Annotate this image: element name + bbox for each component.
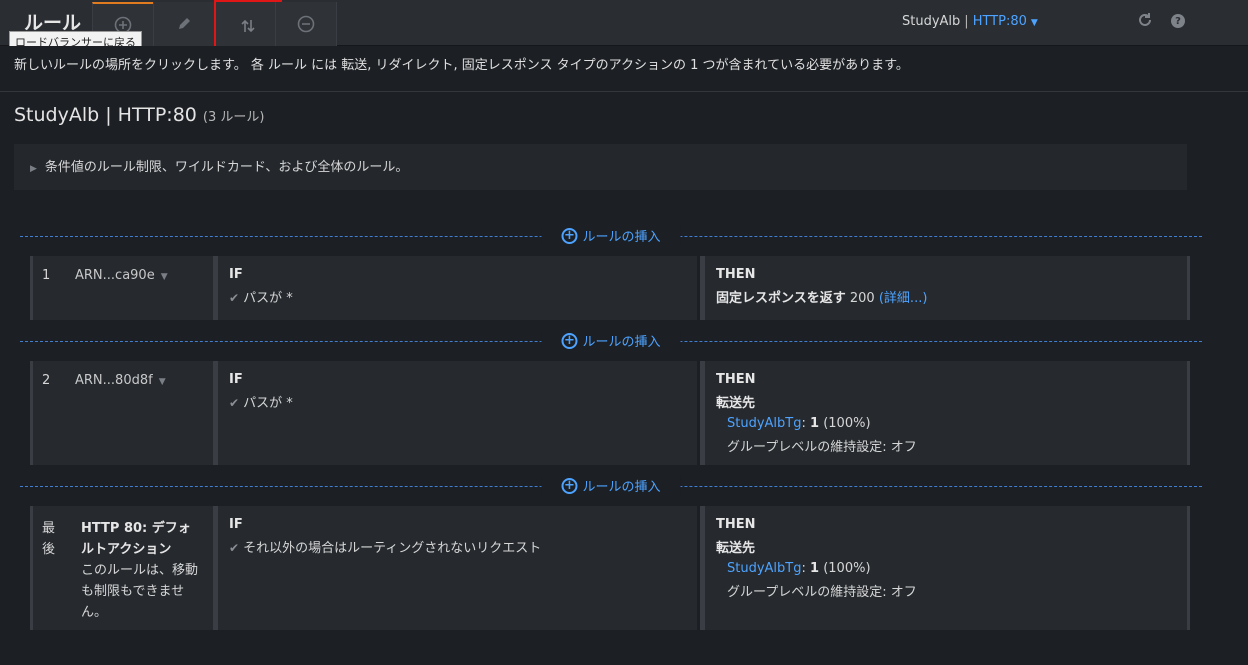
condition-line: ✔ パスが *: [229, 392, 697, 411]
rule-arn-dropdown[interactable]: ARN...80d8f ▼: [75, 373, 166, 388]
target-group-link[interactable]: StudyAlbTg: [727, 561, 801, 576]
rule-arn: ARN...ca90e: [75, 268, 155, 283]
listener-name: HTTP:80: [972, 14, 1027, 29]
delete-rule-button[interactable]: [275, 2, 337, 46]
reorder-icon: [241, 19, 255, 32]
target-group-line: StudyAlbTg: 1 (100%): [716, 561, 1187, 576]
rule-count: (3 ルール): [202, 110, 265, 125]
listener-title-text: StudyAlb | HTTP:80: [14, 104, 197, 126]
default-rule-description: HTTP 80: デフォルトアクション このルールは、移動も制限もできません。: [81, 518, 203, 623]
action-line: 固定レスポンスを返す 200 (詳細...): [716, 287, 1187, 306]
insert-rule-label: ルールの挿入: [582, 335, 661, 350]
target-percent: (100%): [823, 416, 871, 431]
rule-number: 2: [42, 373, 51, 388]
edit-rule-button[interactable]: [153, 2, 215, 46]
caret-down-icon: ▼: [158, 377, 166, 387]
target-group-link[interactable]: StudyAlbTg: [727, 416, 801, 431]
listener-title: StudyAlb | HTTP:80 (3 ルール): [14, 104, 264, 126]
refresh-icon: [1139, 13, 1151, 26]
refresh-button[interactable]: [1137, 12, 1153, 32]
condition-text: パスが *: [243, 291, 293, 306]
if-label: IF: [229, 267, 243, 282]
then-label: THEN: [716, 517, 756, 532]
rule-condition-cell: IF ✔ パスが *: [213, 256, 697, 320]
plus-circle-icon: +: [561, 477, 578, 494]
stickiness-setting: グループレベルの維持設定: オフ: [727, 585, 917, 600]
then-label: THEN: [716, 267, 756, 282]
lb-separator: |: [964, 14, 969, 29]
rule-row[interactable]: 2 ARN...80d8f ▼ IF ✔ パスが * THEN 転送先 StudyA…: [30, 361, 1190, 465]
expander-label: 条件値のルール制限、ワイルドカード、および全体のルール。: [44, 160, 409, 175]
rule-arn-dropdown[interactable]: ARN...ca90e ▼: [75, 268, 168, 283]
lb-name: StudyAlb: [902, 14, 961, 29]
rule-number: 最後: [42, 521, 56, 557]
condition-line: ✔ それ以外の場合はルーティングされないリクエスト: [229, 537, 697, 556]
target-weight: 1: [810, 416, 820, 431]
rule-action-cell: THEN 固定レスポンスを返す 200 (詳細...): [700, 256, 1190, 320]
rule-action-cell: THEN 転送先 StudyAlbTg: 1 (100%) グループレベルの維持…: [700, 506, 1190, 630]
rule-index-cell: 1 ARN...ca90e ▼: [33, 256, 213, 320]
caret-right-icon: ▶: [30, 164, 37, 174]
rule-index-cell: 最後 HTTP 80: デフォルトアクション このルールは、移動も制限もできませ…: [33, 506, 213, 630]
insert-rule-label: ルールの挿入: [582, 480, 661, 495]
action-type: 転送先: [716, 396, 756, 411]
then-label: THEN: [716, 372, 756, 387]
rule-number: 1: [42, 268, 51, 283]
weight-separator: :: [801, 416, 806, 431]
status-code: 200: [849, 291, 875, 306]
insert-rule-row: + ルールの挿入: [20, 226, 1202, 246]
action-type: 固定レスポンスを返す: [716, 291, 846, 306]
insert-rule-button[interactable]: + ルールの挿入: [541, 331, 681, 350]
rule-arn: ARN...80d8f: [75, 373, 153, 388]
rule-action-cell: THEN 転送先 StudyAlbTg: 1 (100%) グループレベルの維持…: [700, 361, 1190, 465]
insert-rule-label: ルールの挿入: [582, 230, 661, 245]
check-icon: ✔: [229, 291, 240, 305]
insert-rule-row: + ルールの挿入: [20, 476, 1202, 496]
check-icon: ✔: [229, 541, 240, 555]
action-type: 転送先: [716, 541, 756, 556]
help-icon[interactable]: ?: [1171, 14, 1185, 28]
listener-selector[interactable]: StudyAlb | HTTP:80 ▼: [902, 14, 1038, 29]
if-label: IF: [229, 372, 243, 387]
top-toolbar: ルール ロードバランサーに戻る StudyAlb | HTTP:80 ▼ ?: [0, 0, 1248, 53]
insert-rule-button[interactable]: + ルールの挿入: [541, 226, 681, 245]
weight-separator: :: [801, 561, 806, 576]
default-rule-title: HTTP 80: デフォルトアクション: [81, 521, 191, 557]
plus-circle-icon: +: [561, 332, 578, 349]
chevron-down-icon: ▼: [1030, 18, 1038, 28]
info-message: 新しいルールの場所をクリックします。 各 ルール には 転送, リダイレクト, …: [0, 46, 1248, 92]
check-icon: ✔: [229, 396, 240, 410]
remove-icon: [297, 15, 315, 33]
condition-text: それ以外の場合はルーティングされないリクエスト: [243, 541, 542, 556]
rule-index-cell: 2 ARN...80d8f ▼: [33, 361, 213, 465]
rule-condition-cell: IF ✔ それ以外の場合はルーティングされないリクエスト: [213, 506, 697, 630]
reorder-rules-button[interactable]: [214, 0, 282, 51]
edit-icon: [179, 18, 190, 29]
if-label: IF: [229, 517, 243, 532]
target-percent: (100%): [823, 561, 871, 576]
plus-circle-icon: +: [561, 227, 578, 244]
condition-line: ✔ パスが *: [229, 287, 697, 306]
insert-rule-row: + ルールの挿入: [20, 331, 1202, 351]
condition-text: パスが *: [243, 396, 293, 411]
rule-row[interactable]: 1 ARN...ca90e ▼ IF ✔ パスが * THEN 固定レスポンスを返す…: [30, 256, 1190, 320]
caret-down-icon: ▼: [160, 272, 168, 282]
stickiness-setting: グループレベルの維持設定: オフ: [727, 440, 917, 455]
default-rule-row: 最後 HTTP 80: デフォルトアクション このルールは、移動も制限もできませ…: [30, 506, 1190, 630]
insert-rule-button[interactable]: + ルールの挿入: [541, 476, 681, 495]
details-link[interactable]: (詳細...): [879, 291, 928, 306]
target-group-line: StudyAlbTg: 1 (100%): [716, 416, 1187, 431]
rule-limits-expander[interactable]: ▶ 条件値のルール制限、ワイルドカード、および全体のルール。: [14, 144, 1187, 190]
rule-condition-cell: IF ✔ パスが *: [213, 361, 697, 465]
target-weight: 1: [810, 561, 820, 576]
default-rule-note: このルールは、移動も制限もできません。: [81, 563, 199, 620]
